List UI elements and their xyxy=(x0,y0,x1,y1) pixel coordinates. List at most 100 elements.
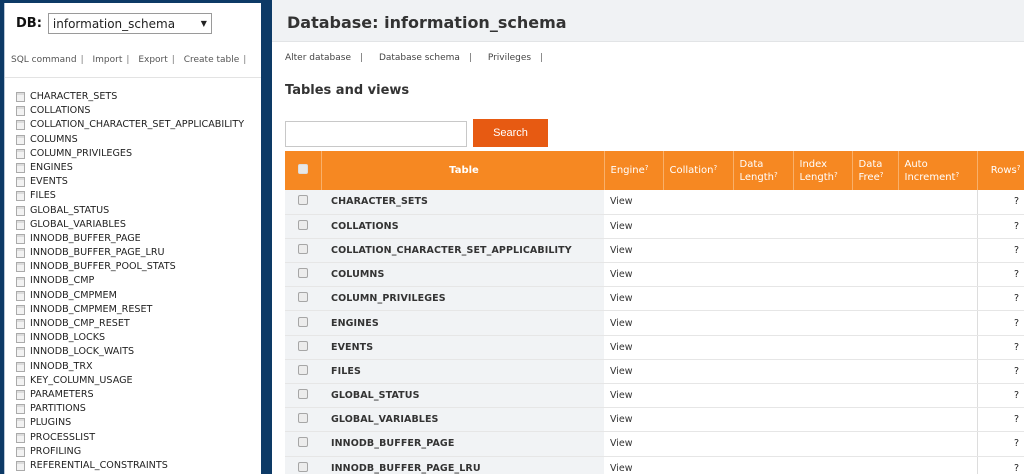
table-name-link[interactable]: CHARACTER_SETS xyxy=(321,190,604,215)
row-checkbox-cell[interactable] xyxy=(285,359,321,385)
sidebar-table-link[interactable]: INNODB_BUFFER_PAGE_LRU xyxy=(16,246,244,260)
sidebar-table-link[interactable]: PROCESSLIST xyxy=(16,431,244,445)
help-icon[interactable]: ? xyxy=(774,171,778,179)
export-link[interactable]: Export xyxy=(138,55,167,65)
sidebar-table-link[interactable]: INNODB_CMP_RESET xyxy=(16,317,244,331)
table-icon[interactable] xyxy=(16,333,25,344)
table-icon[interactable] xyxy=(16,432,25,443)
sidebar-table-link[interactable]: FILES xyxy=(16,189,244,203)
row-checkbox[interactable] xyxy=(298,316,308,327)
rows-cell[interactable]: ? xyxy=(976,456,1024,474)
table-icon[interactable] xyxy=(16,233,25,244)
sidebar-table-link[interactable]: PARTITIONS xyxy=(16,402,244,416)
row-checkbox-cell[interactable] xyxy=(285,262,321,288)
sidebar-table-link[interactable]: INNODB_CMP xyxy=(16,274,244,288)
select-all-checkbox[interactable] xyxy=(297,163,308,174)
sidebar-table-link[interactable]: GLOBAL_STATUS xyxy=(16,204,244,218)
row-checkbox[interactable] xyxy=(298,195,308,206)
sql-command-link[interactable]: SQL command xyxy=(11,55,77,65)
table-icon[interactable] xyxy=(16,361,25,372)
sidebar-table-link[interactable]: INNODB_TRX xyxy=(16,360,244,374)
row-checkbox[interactable] xyxy=(298,389,308,400)
sidebar-table-link[interactable]: CHARACTER_SETS xyxy=(16,90,244,104)
sidebar-table-link[interactable]: KEY_COLUMN_USAGE xyxy=(16,374,244,388)
sidebar-table-link[interactable]: INNODB_BUFFER_POOL_STATS xyxy=(16,260,244,274)
column-header-auto-increment[interactable]: Auto Increment? xyxy=(898,151,978,190)
help-icon[interactable]: ? xyxy=(713,164,717,172)
table-icon[interactable] xyxy=(16,375,25,386)
row-checkbox-cell[interactable] xyxy=(285,238,321,264)
table-icon[interactable] xyxy=(16,177,25,188)
row-checkbox[interactable] xyxy=(298,364,308,375)
sidebar-table-link[interactable]: COLUMN_PRIVILEGES xyxy=(16,147,244,161)
row-checkbox[interactable] xyxy=(298,243,308,254)
row-checkbox[interactable] xyxy=(298,292,308,303)
rows-cell[interactable]: ? xyxy=(976,310,1024,336)
row-checkbox[interactable] xyxy=(298,340,308,351)
table-icon[interactable] xyxy=(16,304,25,315)
table-name-link[interactable]: GLOBAL_VARIABLES xyxy=(321,407,604,433)
row-checkbox-cell[interactable] xyxy=(285,335,321,360)
sidebar-table-link[interactable]: PARAMETERS xyxy=(16,388,244,402)
table-icon[interactable] xyxy=(16,134,25,145)
column-header-collation[interactable]: Collation? xyxy=(663,151,734,190)
table-name-link[interactable]: COLUMNS xyxy=(321,262,604,288)
rows-cell[interactable]: ? xyxy=(976,262,1024,288)
row-checkbox-cell[interactable] xyxy=(285,310,321,336)
alter-database-link[interactable]: Alter database xyxy=(285,53,351,63)
select-all-checkbox-cell[interactable] xyxy=(285,151,322,190)
rows-cell[interactable]: ? xyxy=(976,190,1024,215)
table-name-link[interactable]: INNODB_BUFFER_PAGE_LRU xyxy=(321,456,604,474)
table-icon[interactable] xyxy=(16,248,25,259)
help-icon[interactable]: ? xyxy=(955,171,959,179)
db-select[interactable]: information_schema ▼ xyxy=(47,13,212,34)
table-icon[interactable] xyxy=(16,148,25,159)
sidebar-table-link[interactable]: COLLATIONS xyxy=(16,104,244,118)
privileges-link[interactable]: Privileges xyxy=(488,53,531,63)
column-header-data-free[interactable]: Data Free? xyxy=(852,151,899,190)
table-name-link[interactable]: COLLATIONS xyxy=(321,214,604,239)
table-icon[interactable] xyxy=(16,163,25,174)
table-icon[interactable] xyxy=(16,390,25,401)
table-icon[interactable] xyxy=(16,219,25,230)
search-button[interactable]: Search xyxy=(473,119,548,147)
rows-cell[interactable]: ? xyxy=(976,431,1024,457)
row-checkbox[interactable] xyxy=(298,268,308,279)
sidebar-table-link[interactable]: PLUGINS xyxy=(16,416,244,430)
row-checkbox-cell[interactable] xyxy=(285,214,321,239)
column-header-rows[interactable]: Rows? xyxy=(977,151,1024,190)
help-icon[interactable]: ? xyxy=(645,164,649,172)
table-icon[interactable] xyxy=(16,92,25,103)
row-checkbox-cell[interactable] xyxy=(285,407,321,433)
table-name-link[interactable]: FILES xyxy=(321,359,604,385)
table-icon[interactable] xyxy=(16,460,25,471)
rows-cell[interactable]: ? xyxy=(976,383,1024,409)
sidebar-table-link[interactable]: GLOBAL_VARIABLES xyxy=(16,218,244,232)
sidebar-table-link[interactable]: INNODB_LOCKS xyxy=(16,331,244,345)
rows-cell[interactable]: ? xyxy=(976,214,1024,239)
table-icon[interactable] xyxy=(16,404,25,415)
help-icon[interactable]: ? xyxy=(834,171,838,179)
database-schema-link[interactable]: Database schema xyxy=(379,53,460,63)
table-icon[interactable] xyxy=(16,205,25,216)
sidebar-table-link[interactable]: ENGINES xyxy=(16,161,244,175)
table-name-link[interactable]: GLOBAL_STATUS xyxy=(321,383,604,409)
rows-cell[interactable]: ? xyxy=(976,335,1024,360)
table-icon[interactable] xyxy=(16,262,25,273)
column-header-index-length[interactable]: Index Length? xyxy=(793,151,853,190)
table-icon[interactable] xyxy=(16,446,25,457)
create-table-link[interactable]: Create table xyxy=(184,55,240,65)
sidebar-table-link[interactable]: INNODB_CMPMEM xyxy=(16,289,244,303)
search-input[interactable] xyxy=(285,121,467,147)
table-icon[interactable] xyxy=(16,290,25,301)
sidebar-table-link[interactable]: INNODB_CMPMEM_RESET xyxy=(16,303,244,317)
row-checkbox[interactable] xyxy=(298,219,308,230)
table-icon[interactable] xyxy=(16,191,25,202)
help-icon[interactable]: ? xyxy=(880,171,884,179)
row-checkbox-cell[interactable] xyxy=(285,190,321,215)
row-checkbox-cell[interactable] xyxy=(285,431,321,457)
row-checkbox[interactable] xyxy=(298,461,308,472)
row-checkbox-cell[interactable] xyxy=(285,383,321,409)
table-icon[interactable] xyxy=(16,347,25,358)
rows-cell[interactable]: ? xyxy=(976,286,1024,312)
